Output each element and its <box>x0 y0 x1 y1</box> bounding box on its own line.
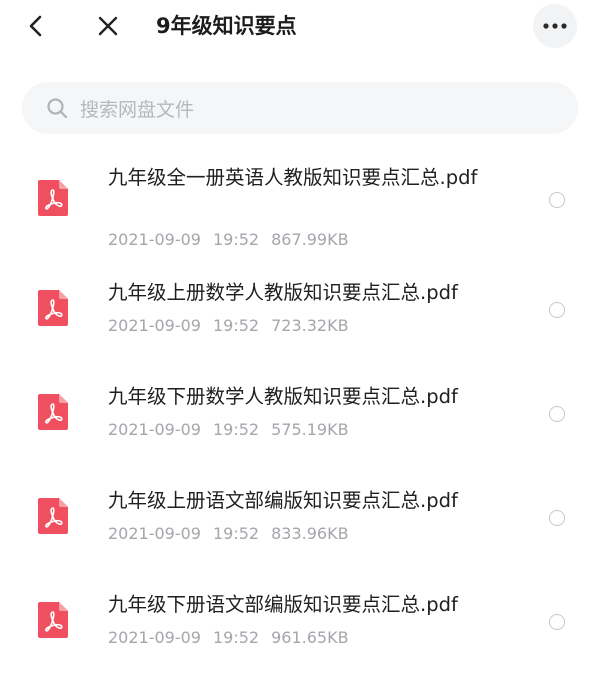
more-icon <box>543 23 567 29</box>
file-meta: 2021-09-09 19:52 575.19KB <box>108 420 361 439</box>
pdf-file-icon <box>38 394 68 430</box>
close-icon <box>98 16 118 36</box>
search-placeholder: 搜索网盘文件 <box>80 98 195 121</box>
file-time: 19:52 <box>212 316 260 335</box>
file-time: 19:52 <box>212 420 260 439</box>
file-meta: 2021-09-09 19:52 723.32KB <box>108 316 361 335</box>
list-item[interactable]: 九年级全一册英语人教版知识要点汇总.pdf 2021-09-09 19:52 867… <box>0 150 600 250</box>
select-radio[interactable] <box>549 614 565 630</box>
select-radio[interactable] <box>549 302 565 318</box>
file-name: 九年级下册数学人教版知识要点汇总.pdf <box>108 385 458 408</box>
back-arrow-icon <box>29 15 42 37</box>
more-button[interactable] <box>533 4 577 48</box>
pdf-file-icon <box>38 602 68 638</box>
select-radio[interactable] <box>549 406 565 422</box>
top-bar: 9年级知识要点 <box>0 0 600 56</box>
page-title: 9年级知识要点 <box>156 14 297 38</box>
file-size: 961.65KB <box>271 628 349 647</box>
list-item[interactable]: 九年级下册语文部编版知识要点汇总.pdf 2021-09-09 19:52 961.… <box>0 582 600 662</box>
list-item[interactable]: 九年级上册数学人教版知识要点汇总.pdf 2021-09-09 19:52 723.… <box>0 270 600 350</box>
file-size: 575.19KB <box>271 420 349 439</box>
file-date: 2021-09-09 <box>108 420 201 439</box>
file-name: 九年级全一册英语人教版知识要点汇总.pdf <box>108 166 478 189</box>
file-date: 2021-09-09 <box>108 316 201 335</box>
file-meta: 2021-09-09 19:52 867.99KB <box>108 230 361 249</box>
select-radio[interactable] <box>549 192 565 208</box>
file-date: 2021-09-09 <box>108 524 201 543</box>
file-time: 19:52 <box>212 524 260 543</box>
file-size: 723.32KB <box>271 316 349 335</box>
list-item[interactable]: 九年级上册语文部编版知识要点汇总.pdf 2021-09-09 19:52 833.… <box>0 478 600 558</box>
list-item[interactable]: 九年级下册数学人教版知识要点汇总.pdf 2021-09-09 19:52 575.… <box>0 374 600 454</box>
back-button[interactable] <box>20 10 52 42</box>
file-name: 九年级上册语文部编版知识要点汇总.pdf <box>108 489 458 512</box>
pdf-file-icon <box>38 180 68 216</box>
file-name: 九年级下册语文部编版知识要点汇总.pdf <box>108 593 458 616</box>
file-time: 19:52 <box>212 230 260 249</box>
search-icon <box>46 97 68 119</box>
file-time: 19:52 <box>212 628 260 647</box>
file-date: 2021-09-09 <box>108 628 201 647</box>
file-meta: 2021-09-09 19:52 833.96KB <box>108 524 361 543</box>
file-meta: 2021-09-09 19:52 961.65KB <box>108 628 361 647</box>
pdf-file-icon <box>38 290 68 326</box>
file-date: 2021-09-09 <box>108 230 201 249</box>
select-radio[interactable] <box>549 510 565 526</box>
file-size: 833.96KB <box>271 524 349 543</box>
file-name: 九年级上册数学人教版知识要点汇总.pdf <box>108 281 458 304</box>
close-button[interactable] <box>92 10 124 42</box>
search-input[interactable]: 搜索网盘文件 <box>22 82 578 134</box>
pdf-file-icon <box>38 498 68 534</box>
file-size: 867.99KB <box>271 230 349 249</box>
